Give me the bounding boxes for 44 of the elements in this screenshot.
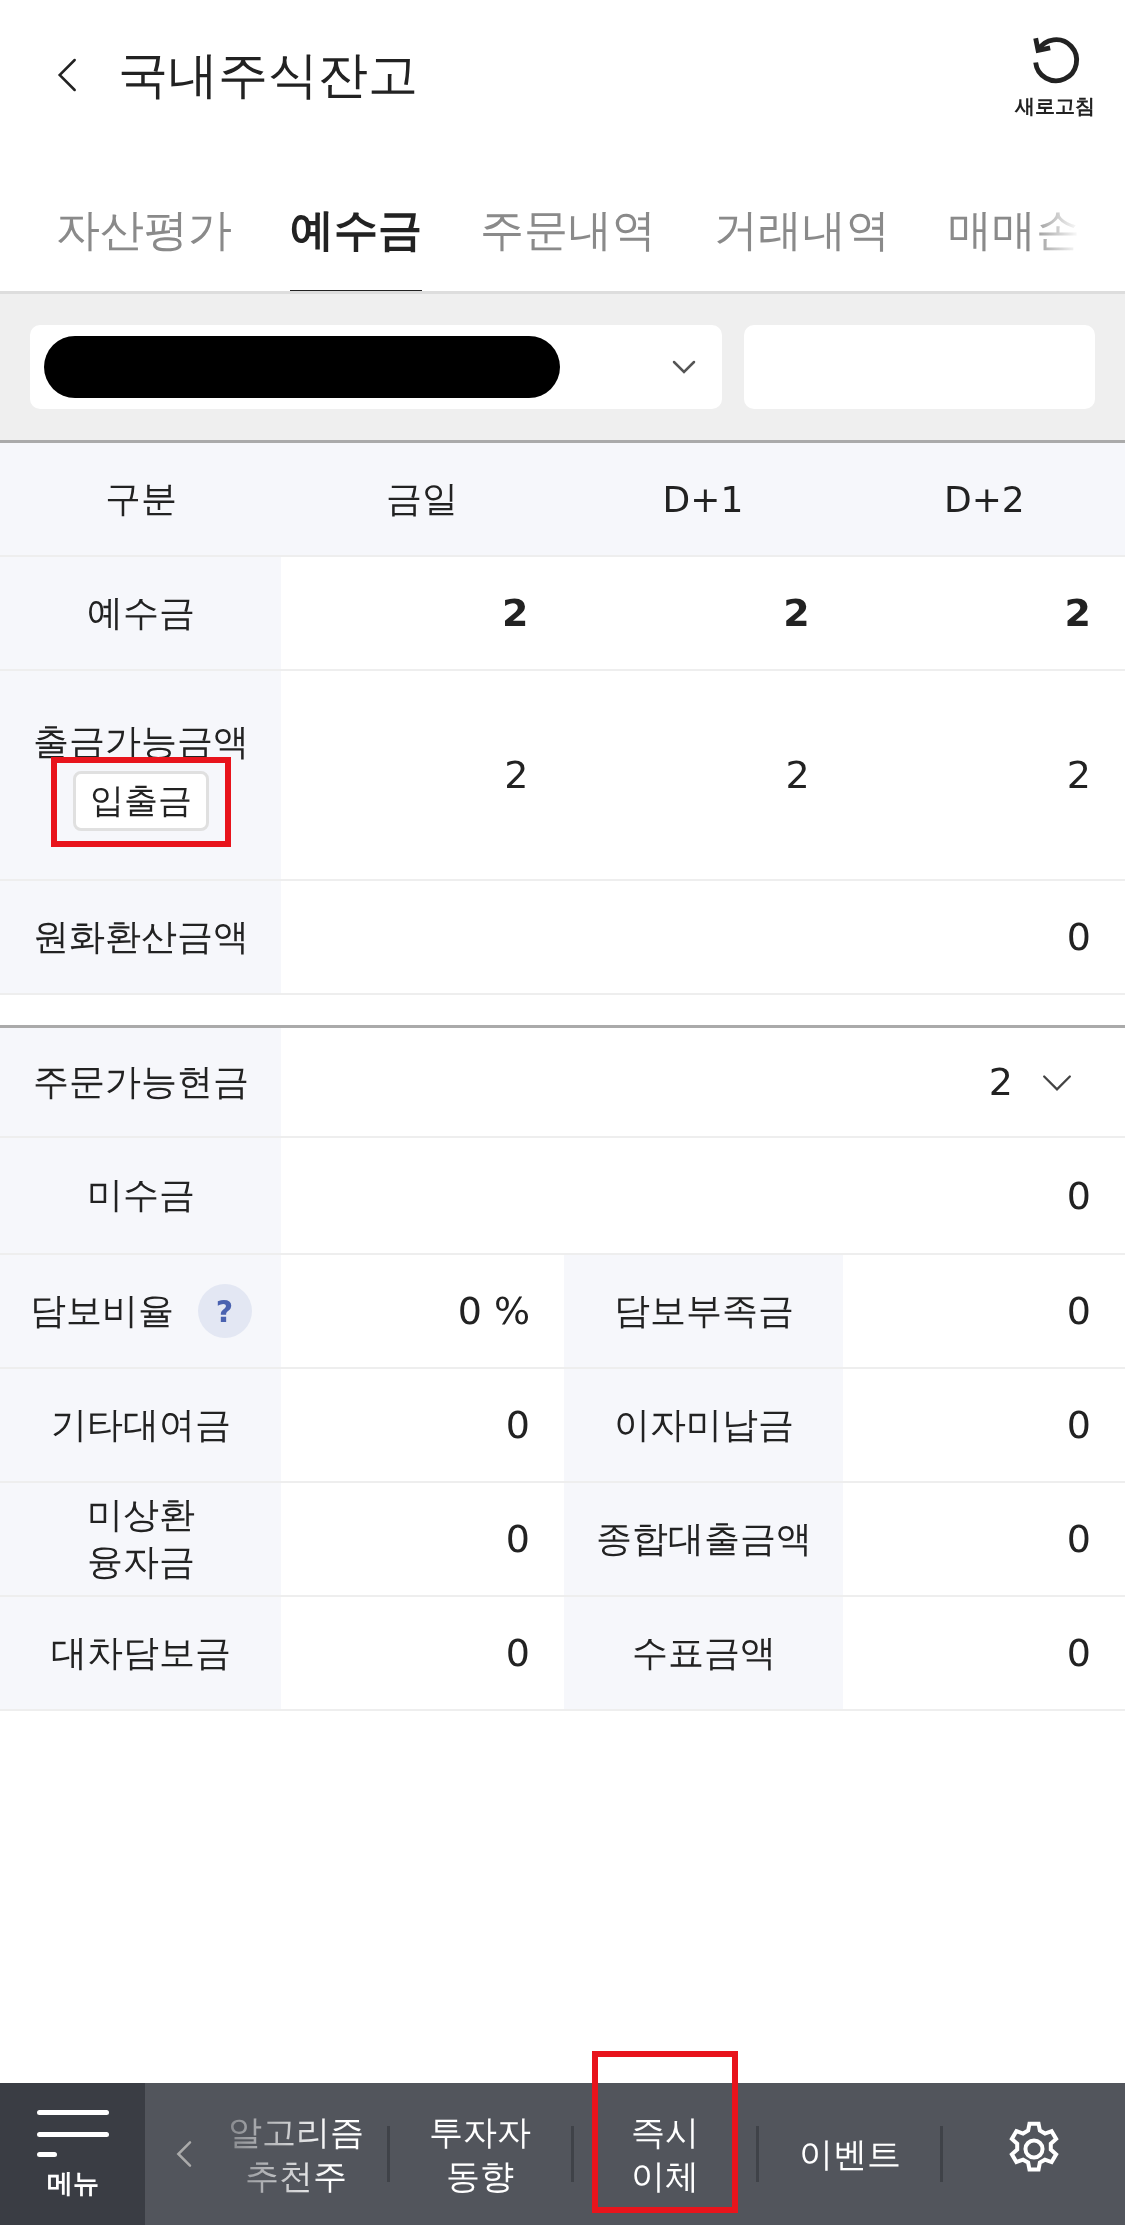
table-cell-text: 2 xyxy=(500,590,530,637)
row-label: 미수금 xyxy=(86,1173,195,1218)
nav-item[interactable]: 알고리즘 추천주 xyxy=(205,2083,387,2225)
account-select[interactable] xyxy=(30,325,722,409)
column-header: 금일 xyxy=(384,476,459,521)
table-cell-text: 2 xyxy=(987,1059,1014,1106)
table-cell-text: 0 xyxy=(504,1402,531,1449)
row-label: 담보비율 xyxy=(29,1288,174,1333)
row-label: 기타대여금 xyxy=(50,1402,231,1447)
table-cell-text: 2 xyxy=(1063,590,1092,637)
row-label: 주문가능현금 xyxy=(32,1059,249,1104)
table-cell-text: 0 xyxy=(1065,1516,1092,1563)
help-icon[interactable]: ? xyxy=(197,1284,252,1338)
table-cell-text: 0 xyxy=(1065,1630,1092,1677)
row-label: 원화환산금액 xyxy=(32,914,249,959)
row-label: 이자미납금 xyxy=(613,1402,794,1447)
table-cell-text: 0 xyxy=(504,1630,531,1677)
row-label: 예수금 xyxy=(86,590,195,635)
menu-button[interactable]: 메뉴 xyxy=(0,2083,145,2225)
nav-item[interactable]: 이벤트 xyxy=(758,2083,941,2225)
column-header: D+2 xyxy=(942,477,1026,522)
column-header: 구분 xyxy=(103,476,178,521)
table-cell-text: 0 xyxy=(1065,914,1092,961)
table-cell-text: 0 xyxy=(1065,1288,1092,1335)
table-cell-text: 0 % xyxy=(456,1288,531,1335)
row-label: 종합대출금액 xyxy=(595,1516,812,1561)
table-cell-text: 0 xyxy=(1065,1172,1092,1220)
page-title: 국내주식잔고 xyxy=(118,44,419,106)
deposit-withdraw-button[interactable]: 입출금 xyxy=(72,771,209,832)
row-label: 수표금액 xyxy=(631,1630,776,1675)
column-header: D+1 xyxy=(661,477,745,522)
menu-icon xyxy=(36,2107,109,2158)
row-label: 담보부족금 xyxy=(613,1288,794,1333)
nav-item[interactable]: 투자자 동향 xyxy=(389,2083,572,2225)
table-cell-text: 0 xyxy=(504,1516,531,1563)
table-cell-text: 2 xyxy=(503,752,530,799)
nav-item[interactable]: 즉시 이체 xyxy=(574,2083,756,2225)
table-cell-text: 0 xyxy=(1065,1402,1092,1449)
row-label: 대차담보금 xyxy=(50,1630,231,1675)
table-cell-text: 2 xyxy=(1065,752,1092,799)
table-cell-text: 2 xyxy=(782,590,811,637)
refresh-button[interactable]: 새로고침 xyxy=(1015,30,1095,120)
table-cell-text: 2 xyxy=(784,752,811,799)
row-label: 미상환 융자금 xyxy=(86,1493,195,1584)
